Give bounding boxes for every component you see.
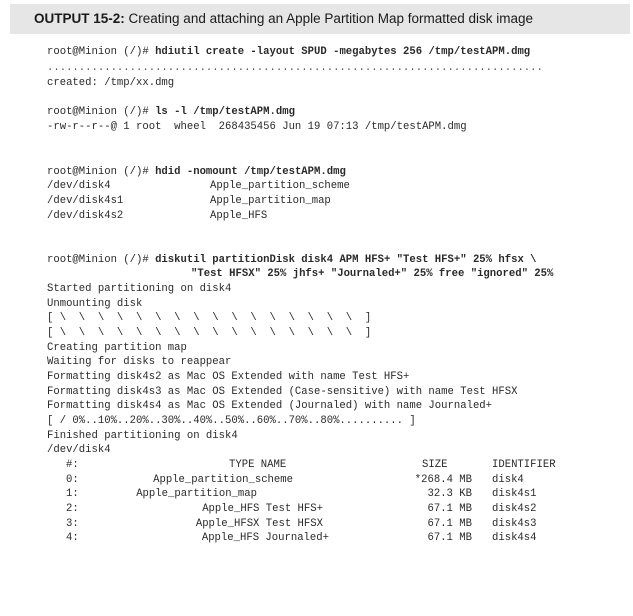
progress-line: [ / 0%..10%..20%..30%..40%..50%..60%..70…	[47, 415, 416, 427]
command-text: diskutil partitionDisk disk4 APM HFS+ "T…	[155, 254, 537, 266]
row-size: 32.3 KB	[427, 488, 472, 500]
output-line: Started partitioning on disk4	[47, 283, 232, 295]
output-line: Formatting disk4s4 as Mac OS Extended (J…	[47, 400, 493, 412]
output-line: Unmounting disk	[47, 298, 143, 310]
spinner-line: [ \ \ \ \ \ \ \ \ \ \ \ \ \ \ \ \ ]	[47, 327, 372, 339]
row-num: 2:	[66, 503, 79, 515]
output-line: created: /tmp/xx.dmg	[47, 77, 175, 89]
command-text: hdid -nomount /tmp/testAPM.dmg	[155, 166, 346, 178]
device-path: /dev/disk4s1	[47, 195, 124, 207]
row-size: 67.1 MB	[427, 532, 472, 544]
row-identifier: disk4s1	[492, 488, 537, 500]
device-path: /dev/disk4	[47, 180, 111, 192]
terminal-listing: root@Minion (/)# hdiutil create -layout …	[0, 0, 633, 616]
row-type-name: Apple_HFS Journaled+	[201, 532, 329, 544]
row-size: 67.1 MB	[427, 503, 472, 515]
shell-prompt: root@Minion (/)#	[47, 254, 156, 266]
spinner-line: [ \ \ \ \ \ \ \ \ \ \ \ \ \ \ \ \ ]	[47, 312, 372, 324]
command-line: root@Minion (/)# hdid -nomount /tmp/test…	[47, 166, 346, 179]
device-path: /dev/disk4s2	[47, 210, 124, 222]
row-num: 3:	[66, 518, 79, 530]
row-type-name: Apple_partition_scheme	[153, 474, 293, 486]
partition-name: Apple_partition_map	[210, 195, 331, 207]
column-header-num: #:	[66, 459, 79, 471]
command-text: ls -l /tmp/testAPM.dmg	[155, 106, 295, 118]
output-line: Formatting disk4s2 as Mac OS Extended wi…	[47, 371, 410, 383]
command-line: root@Minion (/)# hdiutil create -layout …	[47, 46, 530, 59]
output-line: Finished partitioning on disk4	[47, 430, 238, 442]
output-line: -rw-r--r--@ 1 root wheel 268435456 Jun 1…	[47, 121, 467, 133]
column-header-size: SIZE	[422, 459, 448, 471]
partition-name: Apple_HFS	[210, 210, 268, 222]
row-type-name: Apple_HFS Test HFS+	[202, 503, 323, 515]
command-text: hdiutil create -layout SPUD -megabytes 2…	[155, 46, 531, 58]
command-text: "Test HFSX" 25% jhfs+ "Journaled+" 25% f…	[191, 268, 554, 280]
row-size: 67.1 MB	[427, 518, 472, 530]
output-line: Formatting disk4s3 as Mac OS Extended (C…	[47, 386, 518, 398]
row-num: 4:	[66, 532, 79, 544]
row-identifier: disk4	[492, 474, 524, 486]
output-line: /dev/disk4	[47, 444, 111, 456]
row-num: 0:	[66, 474, 79, 486]
output-line: Creating partition map	[47, 342, 187, 354]
row-identifier: disk4s3	[492, 518, 537, 530]
column-header-type-name: TYPE NAME	[229, 459, 287, 471]
row-type-name: Apple_partition_map	[136, 488, 257, 500]
row-num: 1:	[66, 488, 79, 500]
column-header-identifier: IDENTIFIER	[492, 459, 556, 471]
command-line: root@Minion (/)# diskutil partitionDisk …	[47, 254, 537, 267]
row-identifier: disk4s4	[492, 532, 537, 544]
shell-prompt: root@Minion (/)#	[47, 166, 156, 178]
progress-dots: ........................................…	[47, 62, 543, 74]
row-size: *268.4 MB	[414, 474, 472, 486]
command-line: root@Minion (/)# ls -l /tmp/testAPM.dmg	[47, 106, 295, 119]
shell-prompt: root@Minion (/)#	[47, 106, 156, 118]
row-identifier: disk4s2	[492, 503, 537, 515]
partition-name: Apple_partition_scheme	[210, 180, 350, 192]
shell-prompt: root@Minion (/)#	[47, 46, 156, 58]
output-line: Waiting for disks to reappear	[47, 356, 232, 368]
command-continuation: "Test HFSX" 25% jhfs+ "Journaled+" 25% f…	[191, 268, 553, 281]
row-type-name: Apple_HFSX Test HFSX	[195, 518, 323, 530]
